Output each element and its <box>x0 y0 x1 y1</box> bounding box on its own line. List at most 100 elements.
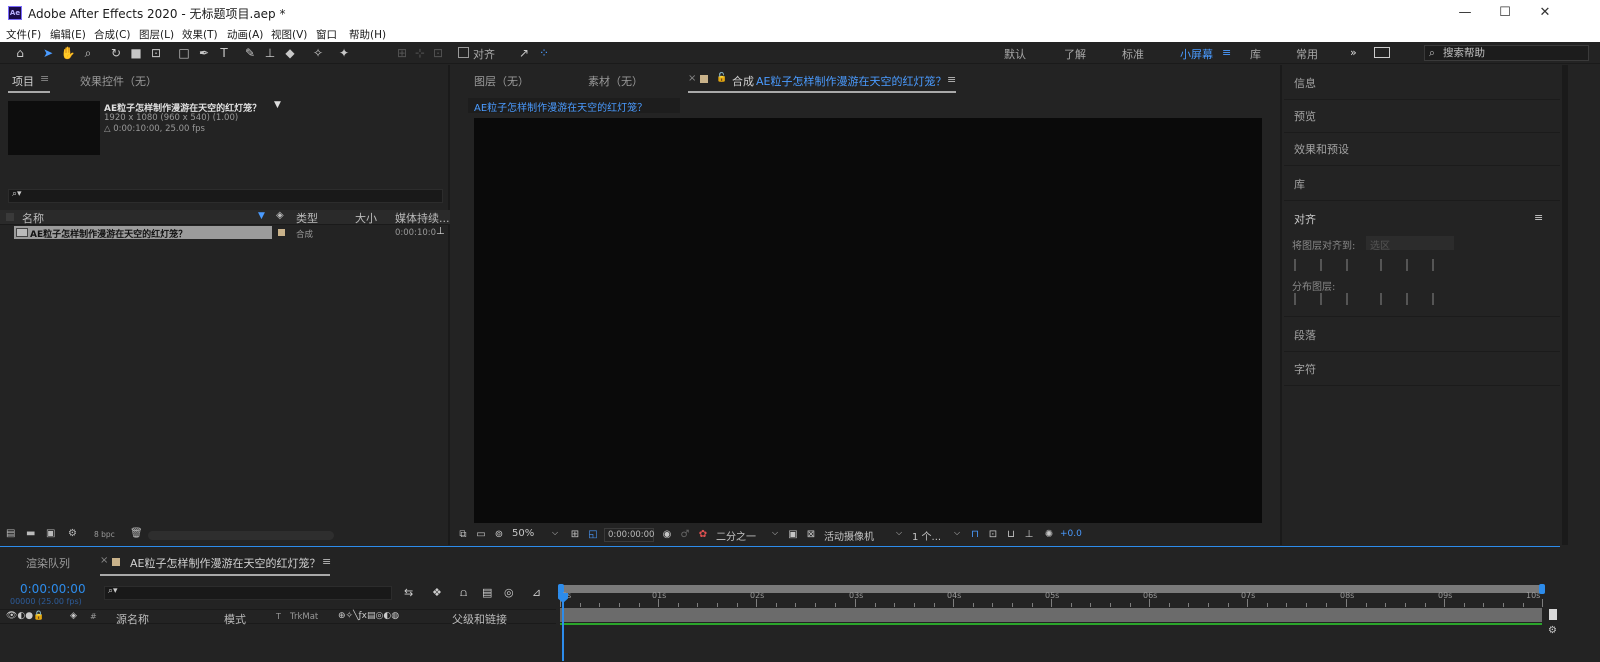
breadcrumb-comp[interactable]: AE粒子怎样制作漫游在天空的红灯笼？ <box>474 99 647 114</box>
viewer-menu-icon[interactable]: ≡ <box>947 73 956 86</box>
resolution-select[interactable]: 二分之一 ⌵ <box>716 528 782 543</box>
workspace-small-screen[interactable]: 小屏幕 <box>1180 46 1213 62</box>
menu-composition[interactable]: 合成(C) <box>94 27 131 42</box>
preview-monitor-icon[interactable]: ▭ <box>474 529 488 541</box>
align-vcenter-icon[interactable] <box>1406 259 1420 271</box>
pen-tool-icon[interactable]: ✒ <box>196 45 212 61</box>
workspace-learn[interactable]: 了解 <box>1064 46 1086 62</box>
column-parent[interactable]: 父级和链接 <box>452 611 507 627</box>
align-title[interactable]: 对齐 <box>1294 211 1316 227</box>
timeline-search-input[interactable]: ⌕▾ <box>104 586 392 600</box>
label-tag-icon[interactable]: ◈ <box>276 210 284 225</box>
hand-tool-icon[interactable]: ✋ <box>60 45 76 61</box>
align-bottom-icon[interactable] <box>1432 259 1446 271</box>
bit-depth-button[interactable]: 8 bpc <box>94 530 115 539</box>
zoom-select[interactable]: 50% ⌵ <box>512 528 560 542</box>
views-select[interactable]: 1 个... ⌵ <box>912 528 964 543</box>
rotate-tool-icon[interactable]: ↻ <box>108 45 124 61</box>
world-axis-icon[interactable]: ⊹ <box>412 45 428 61</box>
rectangle-tool-icon[interactable]: □ <box>176 45 192 61</box>
roto-brush-tool-icon[interactable]: ✧ <box>310 45 326 61</box>
column-name[interactable]: 名称 <box>22 210 44 225</box>
color-channels-icon[interactable]: ✿ <box>696 529 710 541</box>
new-folder-icon[interactable]: ▬ <box>26 528 35 539</box>
clone-stamp-tool-icon[interactable]: ⊥ <box>262 45 278 61</box>
tab-footage[interactable]: 素材（无） <box>588 73 643 89</box>
graph-editor-icon[interactable]: ⊿ <box>532 586 541 599</box>
distribute-top-icon[interactable] <box>1294 293 1308 305</box>
align-top-icon[interactable] <box>1380 259 1394 271</box>
draft-3d-icon[interactable]: ❖ <box>432 586 442 599</box>
comp-mini-flowchart-icon[interactable]: ⇆ <box>404 586 413 599</box>
time-ruler[interactable]: 0s01s02s03s04s05s06s07s08s09s10s <box>560 591 1543 607</box>
close-tab-icon[interactable]: × <box>688 73 696 84</box>
workspace-common[interactable]: 常用 <box>1296 46 1318 62</box>
distribute-left-icon[interactable] <box>1380 293 1394 305</box>
menu-help[interactable]: 帮助(H) <box>349 27 386 42</box>
panel-character[interactable]: 字符 <box>1284 351 1560 386</box>
tab-timeline-comp[interactable]: AE粒子怎样制作漫游在天空的红灯笼？ <box>130 555 320 571</box>
tab-layer[interactable]: 图层（无） <box>474 73 529 89</box>
transparency-grid-icon[interactable]: ⊠ <box>804 529 818 541</box>
menu-effect[interactable]: 效果(T) <box>182 27 218 42</box>
workspace-libraries[interactable]: 库 <box>1250 46 1261 62</box>
frame-blending-icon[interactable]: ▤ <box>482 586 492 599</box>
snap-points-icon[interactable]: ⁘ <box>536 45 552 61</box>
project-settings-icon[interactable]: ⚙ <box>68 528 77 539</box>
current-time-display[interactable]: 0:00:00:00 <box>20 582 86 596</box>
column-type[interactable]: 类型 <box>296 210 318 225</box>
menu-layer[interactable]: 图层(L) <box>139 27 174 42</box>
exposure-value[interactable]: +0.0 <box>1060 529 1082 539</box>
panel-paragraph[interactable]: 段落 <box>1284 317 1560 352</box>
menu-edit[interactable]: 编辑(E) <box>50 27 86 42</box>
always-preview-icon[interactable]: ⧉ <box>456 529 470 541</box>
home-icon[interactable]: ⌂ <box>12 45 28 61</box>
interpret-footage-icon[interactable]: ▤ <box>6 528 15 539</box>
safe-margins-icon[interactable]: ◱ <box>586 529 600 541</box>
timeline-zoom-icon[interactable] <box>1549 609 1557 620</box>
sync-settings-icon[interactable] <box>1374 47 1390 58</box>
align-right-icon[interactable] <box>1346 259 1360 271</box>
eraser-tool-icon[interactable]: ◆ <box>282 45 298 61</box>
panel-libraries[interactable]: 库 <box>1284 166 1560 201</box>
align-to-select[interactable]: 选区 <box>1366 236 1454 252</box>
composition-canvas[interactable] <box>474 118 1262 523</box>
puppet-pin-tool-icon[interactable]: ✦ <box>336 45 352 61</box>
camera-tool-icon[interactable]: ■ <box>128 45 144 61</box>
flowchart-icon[interactable]: ⊥ <box>1022 529 1036 541</box>
timecode-field[interactable]: 0:00:00:00 <box>604 528 654 542</box>
project-search-input[interactable]: ⌕▾ <box>8 189 443 203</box>
panel-preview[interactable]: 预览 <box>1284 98 1560 133</box>
sort-chevron-down-icon[interactable]: ▼ <box>258 211 265 226</box>
snapshot-camera-icon[interactable]: ◉ <box>660 529 674 541</box>
zoom-tool-icon[interactable]: ⌕ <box>80 45 96 61</box>
show-snapshot-icon[interactable]: ♂ <box>678 529 692 541</box>
tab-render-queue[interactable]: 渲染队列 <box>26 555 70 571</box>
workspace-standard[interactable]: 标准 <box>1122 46 1144 62</box>
selection-tool-icon[interactable]: ➤ <box>40 45 56 61</box>
panel-menu-icon[interactable]: ≡ <box>40 72 49 85</box>
distribute-hcenter-icon[interactable] <box>1406 293 1420 305</box>
align-menu-icon[interactable]: ≡ <box>1534 211 1543 224</box>
menu-view[interactable]: 视图(V) <box>271 27 307 42</box>
column-mode[interactable]: 模式 <box>224 611 246 627</box>
panel-info[interactable]: 信息 <box>1284 65 1560 100</box>
toggle-pixel-aspect-icon[interactable]: ⊓ <box>968 529 982 541</box>
column-t[interactable]: T <box>276 612 281 621</box>
align-hcenter-icon[interactable] <box>1320 259 1334 271</box>
snap-edges-icon[interactable]: ↗ <box>516 45 532 61</box>
fit-icon[interactable]: ⊞ <box>568 529 582 541</box>
timeline-icon[interactable]: ⊔ <box>1004 529 1018 541</box>
local-axis-icon[interactable]: ⊞ <box>394 45 410 61</box>
right-scrollbar[interactable] <box>1562 65 1568 545</box>
trash-icon[interactable]: 🗑 <box>130 528 143 539</box>
distribute-vcenter-icon[interactable] <box>1320 293 1334 305</box>
work-area-bar[interactable] <box>560 608 1542 622</box>
mask-visibility-icon[interactable]: ⊚ <box>492 529 506 541</box>
align-left-icon[interactable] <box>1294 259 1308 271</box>
tab-comp-name[interactable]: AE粒子怎样制作漫游在天空的红灯笼？ <box>756 73 946 89</box>
type-tool-icon[interactable]: T <box>216 45 232 61</box>
lock-icon[interactable]: 🔓 <box>716 73 727 83</box>
comp-button-icon[interactable]: ⚙ <box>1548 625 1557 636</box>
menu-animation[interactable]: 动画(A) <box>227 27 263 42</box>
